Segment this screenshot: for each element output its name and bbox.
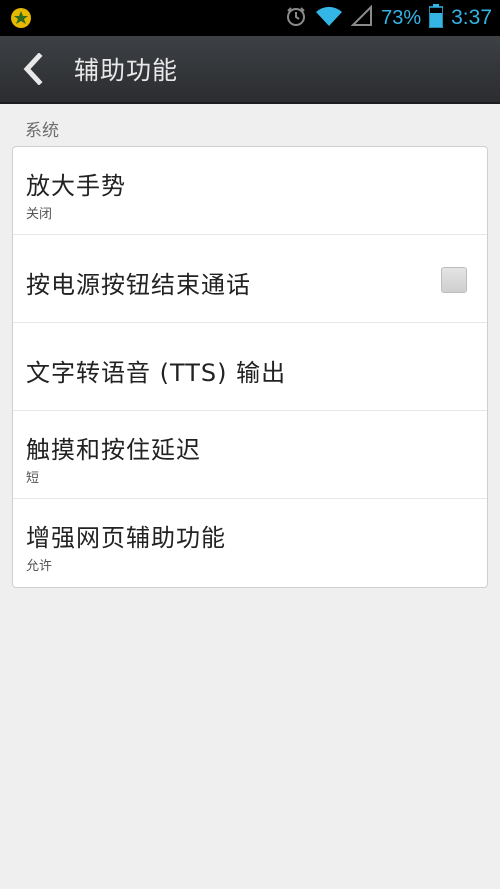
settings-list: 放大手势 关闭 按电源按钮结束通话 文字转语音 (TTS) 输出 触摸和按住延迟… [12,146,488,588]
setting-title: 触摸和按住延迟 [26,436,201,464]
alarm-icon [285,5,307,31]
setting-magnification-gestures[interactable]: 放大手势 关闭 [13,147,487,235]
back-button[interactable] [8,36,58,102]
chevron-left-icon [23,53,43,85]
battery-icon [428,4,444,32]
setting-title: 增强网页辅助功能 [26,524,226,552]
setting-enhance-web-accessibility[interactable]: 增强网页辅助功能 允许 [13,499,487,587]
setting-tts-output[interactable]: 文字转语音 (TTS) 输出 [13,323,487,411]
power-button-end-call-checkbox[interactable] [441,267,467,293]
status-bar: 73% 3:37 [0,0,500,36]
wifi-icon [315,5,343,31]
signal-icon [350,4,373,31]
setting-summary: 短 [26,471,40,486]
setting-touch-hold-delay[interactable]: 触摸和按住延迟 短 [13,411,487,499]
setting-title: 按电源按钮结束通话 [26,271,251,299]
setting-summary: 关闭 [26,207,53,222]
setting-title: 放大手势 [26,172,126,200]
clock: 3:37 [451,6,492,29]
setting-power-button-ends-call[interactable]: 按电源按钮结束通话 [13,235,487,323]
page-title: 辅助功能 [74,56,179,85]
battery-percent: 73% [381,6,422,29]
section-header-system: 系统 [25,121,59,141]
notification-app-icon [10,7,32,33]
setting-summary: 允许 [26,559,53,574]
setting-title: 文字转语音 (TTS) 输出 [26,359,287,387]
action-bar: 辅助功能 [0,36,500,104]
